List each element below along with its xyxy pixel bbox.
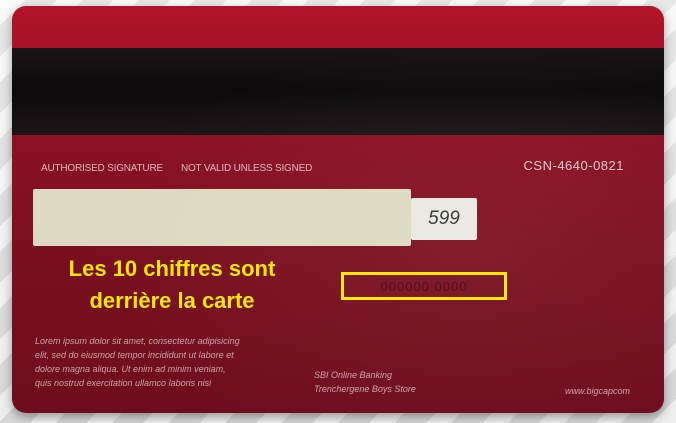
fine-print: Lorem ipsum dolor sit amet, consectetur …: [35, 334, 285, 390]
annotation-text: Les 10 chiffres sont derrière la carte: [32, 253, 312, 317]
bank-line: SBI Online Banking: [314, 370, 393, 380]
fine-print-line: Lorem ipsum dolor sit amet, consectetur …: [35, 336, 240, 346]
signature-labels: AUTHORISED SIGNATURE NOT VALID UNLESS SI…: [41, 163, 312, 174]
card-number-blurred: 000000 0000: [380, 278, 468, 294]
authorised-signature-label: AUTHORISED SIGNATURE: [41, 163, 163, 174]
cvv-code: 599: [428, 208, 460, 229]
fine-print-line: quis nostrud exercitation ullamco labori…: [35, 378, 212, 388]
website-text: www.bigcapcom: [564, 386, 630, 396]
signature-panel: [33, 189, 411, 246]
credit-card-back: AUTHORISED SIGNATURE NOT VALID UNLESS SI…: [12, 6, 664, 413]
annotation-line-1: Les 10 chiffres sont: [68, 256, 276, 281]
annotation-line-2: derrière la carte: [89, 288, 255, 313]
magnetic-stripe: [12, 48, 664, 135]
card-number-highlight: 000000 0000: [341, 272, 507, 300]
fine-print-line: dolore magna aliqua. Ut enim ad minim ve…: [35, 364, 226, 374]
cvv-box: 599: [411, 198, 477, 240]
csn-number: CSN-4640-0821: [523, 158, 624, 173]
bank-info: SBI Online Banking Trenchergene Boys Sto…: [314, 368, 416, 396]
fine-print-line: elit, sed do eiusmod tempor incididunt u…: [35, 350, 234, 360]
bank-line: Trenchergene Boys Store: [314, 384, 416, 394]
not-valid-label: NOT VALID UNLESS SIGNED: [180, 163, 313, 174]
